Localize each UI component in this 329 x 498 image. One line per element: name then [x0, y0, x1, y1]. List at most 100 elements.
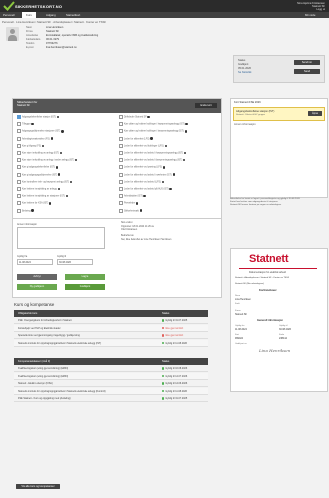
checkbox[interactable] [119, 187, 123, 191]
checkbox[interactable] [119, 208, 123, 213]
date-to-input[interactable]: 30.08.2026 [57, 259, 93, 265]
checkbox[interactable] [119, 165, 123, 170]
table-row[interactable]: Kvalifiseringskurs (eling gjennomføring)… [14, 365, 208, 372]
info-icon[interactable] [172, 173, 175, 176]
table-row[interactable]: FSE Statnett - Kurs og oppgjøring med (A… [14, 395, 208, 402]
info-icon[interactable] [164, 144, 167, 147]
nav-item-min-side[interactable]: Min side [305, 13, 315, 17]
checkbox[interactable] [119, 115, 123, 119]
submit-button[interactable]: Send inn [294, 60, 320, 65]
checkbox-row[interactable]: Tilleggsr [17, 122, 34, 127]
checkbox[interactable] [17, 151, 21, 155]
status-history-link[interactable]: Se historikk [238, 71, 251, 74]
checkbox-row[interactable]: Kan kvittere innsjekking av anlegg [17, 187, 60, 191]
info-icon[interactable] [55, 166, 59, 169]
info-icon[interactable] [50, 137, 53, 140]
info-icon[interactable] [56, 115, 60, 119]
checkbox[interactable] [17, 172, 21, 177]
checkbox[interactable] [17, 115, 21, 119]
checkbox-row[interactable]: Kan gi tilgang (FS) [17, 143, 45, 148]
info-icon[interactable] [41, 144, 45, 147]
edit-card-button[interactable]: Endre kort [195, 103, 217, 108]
checkbox[interactable] [17, 143, 21, 148]
checkbox-row[interactable]: Befaring [17, 208, 34, 213]
checkbox-row[interactable]: Driftsleder Statnett SF [119, 115, 150, 119]
info-icon[interactable] [69, 180, 73, 183]
info-icon[interactable] [143, 194, 146, 198]
checkbox-row[interactable]: Kan gi adgangsbekreftelse (IST) [17, 165, 59, 170]
checkbox-row[interactable]: Adgangsgodkjennelse stasjoner (IST) [17, 129, 64, 134]
checkbox-row[interactable]: Leder for sikkerhet ved arbeid i lavspen… [119, 158, 186, 163]
checkbox[interactable] [119, 172, 123, 177]
nav-item-adgang[interactable]: Adgang [46, 13, 56, 17]
info-icon[interactable] [136, 202, 139, 205]
checkbox[interactable] [17, 179, 21, 184]
info-icon[interactable] [184, 130, 187, 133]
checkbox[interactable] [17, 136, 21, 141]
checkbox-row[interactable]: Arbeidstaker (IST) [119, 194, 146, 199]
checkbox-row[interactable]: Kan kontrollere tele- og høyspent anlegg… [17, 179, 73, 184]
checkbox[interactable] [119, 179, 123, 184]
app-logo-text[interactable]: SIKKERHETSKORT.NO [15, 4, 62, 9]
checkbox-row[interactable]: Leder for sikkerhet ved koblinger (LFS) [119, 143, 167, 148]
checkbox-row[interactable]: Kan utføre og kvittere koblinger i høysp… [119, 122, 188, 127]
cancel-button[interactable]: Avbryt [17, 274, 57, 280]
checkbox[interactable] [119, 143, 123, 148]
info-icon[interactable] [59, 151, 63, 155]
info-icon[interactable] [147, 115, 150, 119]
table-row[interactable]: FSE: Overgangskurs for Arbeidsgiverkort … [14, 317, 208, 324]
checkbox-row[interactable]: Leder for sikkerhet ved prøving (LFS) [119, 165, 166, 170]
checkbox-row[interactable]: Leder for sikkerhet ved arbeid på AUS (I… [119, 187, 172, 191]
send-button[interactable]: Send [294, 69, 320, 74]
checkbox-row[interactable]: Kan kvittere for KSA (IST) [17, 201, 52, 206]
checkbox-row[interactable]: Arbeidsgiverattestelse (FS) [17, 136, 53, 141]
info-icon[interactable] [58, 173, 61, 176]
checkbox[interactable] [17, 194, 21, 199]
table-row[interactable]: Statnett - Elektro ettersyn (KISA) Gyldig… [14, 380, 208, 387]
checkbox-row[interactable]: Adgangsbekreftelse stasjon (IST) [17, 115, 60, 119]
checkbox[interactable] [119, 194, 123, 199]
nav-item-personell[interactable]: Personell [3, 13, 15, 17]
checkbox[interactable] [119, 122, 123, 127]
checkbox-row[interactable]: Prøveleder [119, 201, 139, 206]
show-all-courses-button[interactable]: Vis alle kurs og kompetanser [16, 484, 60, 489]
approve-button[interactable]: Godkjent [65, 284, 105, 290]
checkbox[interactable] [119, 129, 123, 134]
info-icon[interactable] [49, 202, 52, 205]
info-icon[interactable] [169, 187, 172, 191]
info-icon[interactable] [139, 209, 143, 212]
checkbox[interactable] [119, 201, 123, 206]
nav-item-statnettkort[interactable]: Statnettkort [66, 13, 80, 17]
checkbox-row[interactable]: Kan styre innkobling av anlegg (IST) [17, 151, 63, 155]
checkbox[interactable] [17, 187, 21, 191]
checkbox-row[interactable]: Leder for sikkerhet (LFS) [119, 136, 153, 141]
logout-link[interactable]: Logg ut [297, 8, 325, 11]
info-icon[interactable] [31, 122, 34, 126]
checkbox[interactable] [17, 129, 21, 134]
info-icon[interactable] [65, 194, 69, 198]
new-approval-button[interactable]: Ny godkjenn [17, 284, 57, 290]
info-icon[interactable] [183, 158, 186, 162]
checkbox[interactable] [119, 158, 123, 163]
date-from-input[interactable]: 11.08.2024 [17, 259, 53, 265]
checkbox[interactable] [119, 136, 123, 141]
info-icon[interactable] [162, 166, 166, 169]
table-row[interactable]: Statnetts instruks for oppdrag/oppgjør/a… [14, 387, 208, 395]
table-row[interactable]: Kvalifiseringskurs (eling gjennomføring)… [14, 372, 208, 380]
checkbox[interactable] [119, 151, 123, 155]
info-icon[interactable] [61, 130, 64, 133]
info-icon[interactable] [183, 151, 187, 155]
info-icon[interactable] [31, 209, 34, 212]
notes-textarea[interactable] [17, 227, 105, 249]
checkbox-row[interactable]: Leder for sikkerhet ved arbeid (LFS) [119, 179, 164, 184]
profile-value-email[interactable]: lina.henriksen@statnett.no [46, 46, 77, 49]
checkbox[interactable] [17, 122, 21, 127]
checkbox[interactable] [17, 165, 21, 170]
checkbox[interactable] [17, 201, 21, 206]
notice-open-button[interactable]: Åpne [308, 111, 322, 116]
checkbox-row[interactable]: Kan utføre og kvittere koblinger i lavsp… [119, 129, 187, 134]
user-menu[interactable]: Nina Hjelmø Kristiansen Statnett SF Logg… [297, 2, 325, 11]
info-icon[interactable] [150, 137, 153, 140]
table-row[interactable]: Førstehjelp ved HLP og Elektrisk skader I… [14, 324, 208, 332]
nav-item-kurs[interactable]: Kurs [22, 12, 36, 18]
